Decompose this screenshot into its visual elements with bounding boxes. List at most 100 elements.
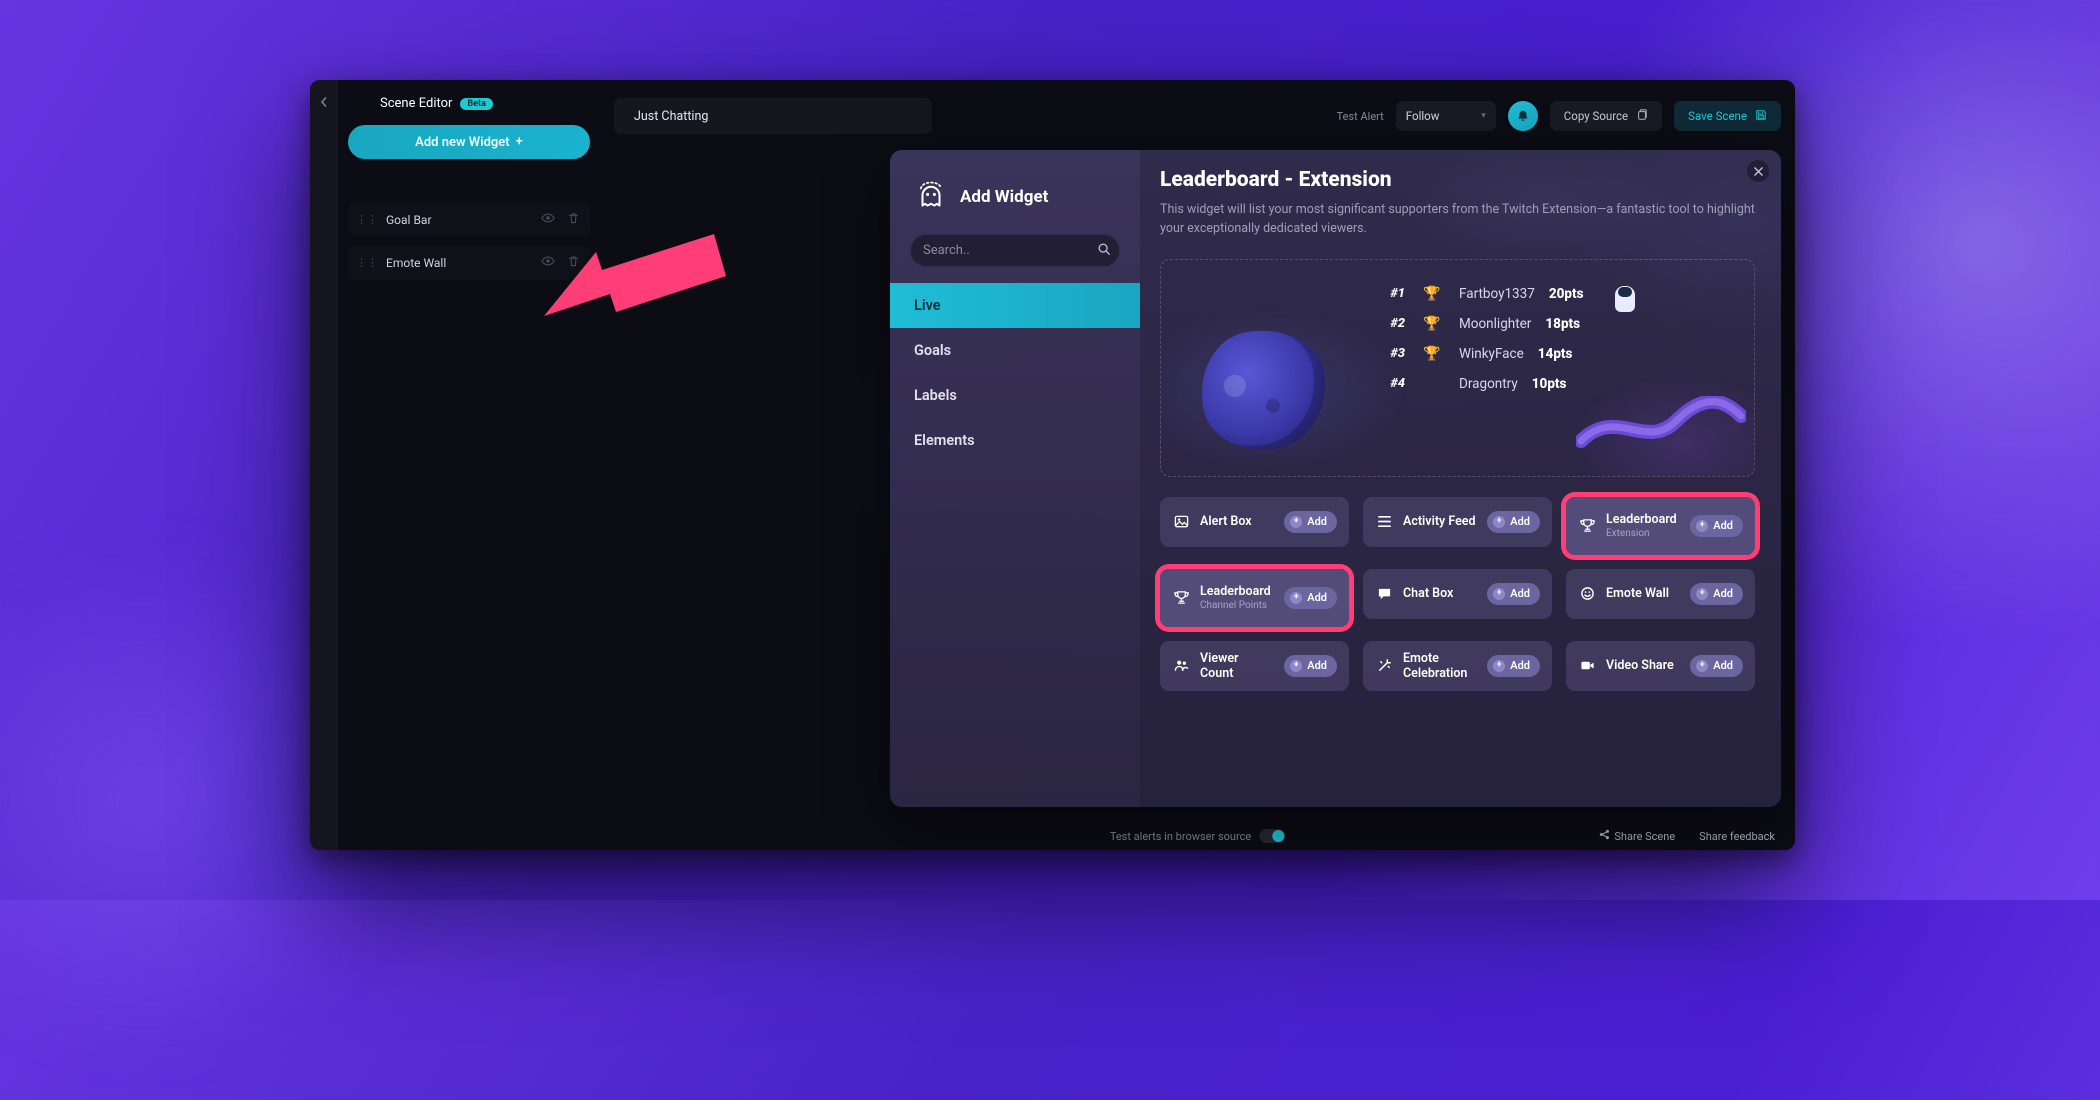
scene-editor-sidebar: Scene Editor Beta Add new Widget + ⋮⋮ Go…: [338, 80, 600, 850]
trophy-icon: 🏆: [1419, 376, 1445, 392]
add-widget-modal: Add Widget Live Goals Labels Elements: [890, 150, 1781, 807]
widget-card[interactable]: LeaderboardChannel Points+Add: [1160, 569, 1349, 627]
widget-card[interactable]: Viewer Count+Add: [1160, 641, 1349, 691]
copy-source-button[interactable]: Copy Source: [1550, 101, 1662, 131]
leaderboard-name: Moonlighter: [1459, 316, 1531, 332]
people-icon: [1172, 658, 1190, 673]
plus-icon: +: [1290, 592, 1302, 604]
scene-tab[interactable]: Just Chatting: [614, 98, 932, 134]
widget-search-input[interactable]: [923, 243, 1089, 258]
add-widget-button[interactable]: +Add: [1284, 655, 1337, 677]
add-widget-button[interactable]: +Add: [1690, 515, 1743, 537]
visibility-toggle-icon[interactable]: [539, 211, 557, 228]
add-widget-button[interactable]: +Add: [1690, 583, 1743, 605]
widget-card[interactable]: Emote Celebration+Add: [1363, 641, 1552, 691]
add-widget-label: Add: [1713, 587, 1733, 600]
leaderboard-rank: #4: [1371, 376, 1405, 391]
add-widget-modal-title: Add Widget: [890, 172, 1140, 234]
asteroid-illustration: [1192, 320, 1336, 460]
widget-search-input-wrap[interactable]: [910, 234, 1120, 267]
wand-icon: [1375, 658, 1393, 673]
trigger-test-alert-button[interactable]: [1508, 101, 1538, 131]
widget-card-subtitle: Extension: [1606, 528, 1680, 539]
plus-icon: +: [516, 134, 523, 149]
leaderboard-row: #4 🏆 Dragontry 10pts: [1371, 376, 1584, 392]
add-widget-label: Add: [1510, 515, 1530, 528]
smile-icon: [1578, 586, 1596, 601]
widget-card[interactable]: Activity Feed +Add: [1363, 497, 1552, 547]
leaderboard-points: 20pts: [1549, 286, 1605, 302]
tentacle-illustration: [1576, 396, 1746, 456]
add-widget-label: Add: [1510, 587, 1530, 600]
sidebar-title: Scene Editor Beta: [348, 94, 590, 125]
visibility-toggle-icon[interactable]: [539, 254, 557, 271]
trophy-icon: [1578, 518, 1596, 533]
leaderboard-points: 14pts: [1538, 346, 1594, 362]
widget-card-title: Activity Feed: [1403, 514, 1477, 529]
plus-icon: +: [1493, 660, 1505, 672]
share-icon: [1598, 829, 1609, 843]
leaderboard-table: #1 🏆 Fartboy1337 20pts #2 🏆 Moonlighter …: [1371, 286, 1584, 392]
save-scene-button[interactable]: Save Scene: [1674, 101, 1781, 131]
widget-card-subtitle: Channel Points: [1200, 600, 1274, 611]
alert-type-select[interactable]: Follow ▾: [1396, 101, 1496, 131]
widget-card[interactable]: Video Share +Add: [1566, 641, 1755, 691]
close-modal-button[interactable]: [1747, 160, 1769, 182]
add-widget-button[interactable]: +Add: [1487, 583, 1540, 605]
widget-category-labels[interactable]: Labels: [890, 373, 1140, 418]
leaderboard-name: Dragontry: [1459, 376, 1518, 392]
add-widget-button[interactable]: +Add: [1284, 587, 1337, 609]
leaderboard-row: #1 🏆 Fartboy1337 20pts: [1371, 286, 1584, 302]
search-icon: [1097, 242, 1111, 260]
widget-card[interactable]: Emote Wall+Add: [1566, 569, 1755, 619]
leaderboard-rank: #3: [1371, 346, 1405, 361]
alert-type-value: Follow: [1406, 109, 1440, 123]
sidebar-collapse-rail: [310, 80, 338, 850]
collapse-sidebar-button[interactable]: [316, 94, 332, 110]
add-widget-button[interactable]: + Add: [1487, 655, 1540, 677]
widget-category-live[interactable]: Live: [890, 283, 1140, 328]
add-widget-modal-content: Leaderboard - Extension This widget will…: [1140, 150, 1781, 807]
share-scene-link[interactable]: Share Scene: [1598, 829, 1675, 843]
widget-card-grid: Alert Box+AddActivity Feed+AddLeaderboar…: [1160, 497, 1755, 691]
share-feedback-link[interactable]: Share feedback: [1699, 830, 1775, 843]
add-widget-button[interactable]: +Add: [1487, 511, 1540, 533]
add-new-widget-button[interactable]: Add new Widget +: [348, 125, 590, 159]
preview-description: This widget will list your most signific…: [1160, 200, 1755, 239]
widget-category-list: Live Goals Labels Elements: [890, 283, 1140, 463]
chat-icon: [1375, 586, 1393, 601]
chevron-left-icon: [319, 97, 329, 107]
leaderboard-points: 10pts: [1532, 376, 1588, 392]
widget-category-goals[interactable]: Goals: [890, 328, 1140, 373]
scene-widget-item[interactable]: ⋮⋮ Emote Wall: [348, 246, 590, 279]
add-widget-modal-title-text: Add Widget: [960, 187, 1048, 207]
test-alerts-toggle-row: Test alerts in browser source: [1110, 829, 1285, 843]
add-widget-modal-sidebar: Add Widget Live Goals Labels Elements: [890, 150, 1140, 807]
editor-main: Just Chatting Test Alert Follow ▾ Copy S…: [600, 80, 1795, 850]
add-widget-label: Add: [1510, 659, 1530, 672]
delete-widget-icon[interactable]: [565, 212, 582, 228]
widget-card[interactable]: Alert Box+Add: [1160, 497, 1349, 547]
trophy-icon: [1172, 590, 1190, 605]
scene-tab-label: Just Chatting: [634, 109, 708, 124]
drag-handle-icon[interactable]: ⋮⋮: [356, 213, 378, 226]
close-icon: [1754, 167, 1763, 176]
test-alerts-toggle[interactable]: [1259, 829, 1285, 843]
plus-icon: +: [1290, 516, 1302, 528]
leaderboard-row: #3 🏆 WinkyFace 14pts: [1371, 346, 1584, 362]
widget-card-title: Video Share: [1606, 658, 1680, 673]
drag-handle-icon[interactable]: ⋮⋮: [356, 256, 378, 269]
delete-widget-icon[interactable]: [565, 255, 582, 271]
add-widget-button[interactable]: +Add: [1690, 655, 1743, 677]
widget-card[interactable]: Chat Box+Add: [1363, 569, 1552, 619]
widget-card[interactable]: LeaderboardExtension+Add: [1566, 497, 1755, 555]
widget-category-elements[interactable]: Elements: [890, 418, 1140, 463]
copy-source-label: Copy Source: [1564, 109, 1628, 123]
test-alerts-label: Test alerts in browser source: [1110, 830, 1251, 843]
trophy-icon: 🏆: [1419, 346, 1445, 362]
scene-widget-item[interactable]: ⋮⋮ Goal Bar: [348, 203, 590, 236]
save-icon: [1755, 109, 1767, 124]
plus-icon: +: [1290, 660, 1302, 672]
preview-title: Leaderboard - Extension: [1160, 168, 1755, 192]
add-widget-button[interactable]: +Add: [1284, 511, 1337, 533]
